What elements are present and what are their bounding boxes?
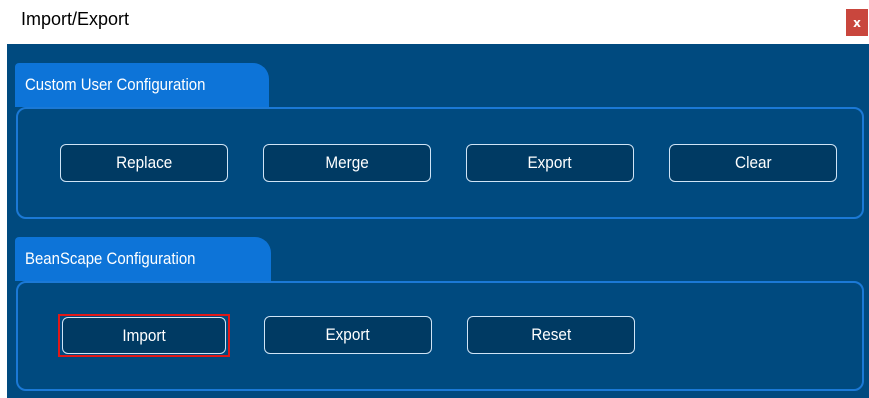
window-title: Import/Export <box>21 9 130 29</box>
import-button[interactable]: Import <box>62 317 226 354</box>
replace-button[interactable]: Replace <box>60 144 228 182</box>
beanscape-export-button[interactable]: Export <box>264 316 432 354</box>
clear-button[interactable]: Clear <box>669 144 837 182</box>
beanscape-configuration-group: BeanScape Configuration Import Export Re… <box>7 237 869 395</box>
custom-export-button[interactable]: Export <box>466 144 634 182</box>
beanscape-configuration-label: BeanScape Configuration <box>25 249 196 268</box>
custom-user-configuration-label: Custom User Configuration <box>25 75 206 94</box>
dialog-content: Custom User Configuration Replace Merge … <box>7 44 869 398</box>
beanscape-configuration-tab: BeanScape Configuration <box>15 237 271 281</box>
custom-user-configuration-group: Custom User Configuration Replace Merge … <box>7 63 869 221</box>
import-export-dialog: Import/Export x Custom User Configuratio… <box>0 0 869 398</box>
close-icon: x <box>853 15 861 30</box>
custom-user-configuration-tab: Custom User Configuration <box>15 63 269 107</box>
title-bar: Import/Export x <box>0 0 869 44</box>
reset-button[interactable]: Reset <box>467 316 635 354</box>
merge-button[interactable]: Merge <box>263 144 431 182</box>
close-button[interactable]: x <box>846 9 868 36</box>
